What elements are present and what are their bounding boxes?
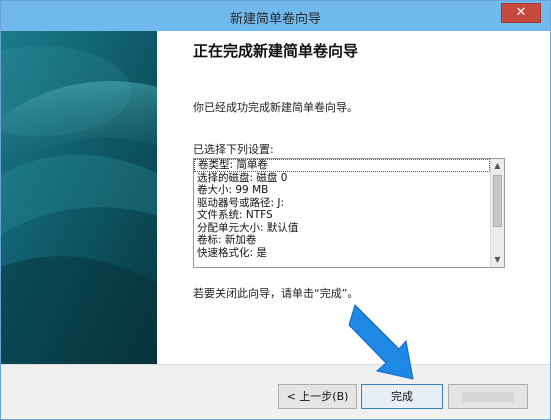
close-icon: ✕ <box>515 5 527 20</box>
list-item[interactable]: 分配单元大小: 默认值 <box>194 222 490 235</box>
list-item[interactable]: 卷大小: 99 MB <box>194 184 490 197</box>
list-item[interactable]: 卷类型: 简单卷 <box>194 159 490 172</box>
page-title: 正在完成新建简单卷向导 <box>193 42 359 60</box>
settings-lines: 卷类型: 简单卷 选择的磁盘: 磁盘 0 卷大小: 99 MB 驱动器号或路径:… <box>194 159 490 267</box>
pointer-arrow-icon <box>348 304 414 380</box>
down-arrow-icon[interactable]: ▼ <box>491 253 504 267</box>
close-button[interactable]: ✕ <box>501 3 541 23</box>
cancel-button[interactable] <box>448 384 528 409</box>
settings-list[interactable]: 卷类型: 简单卷 选择的磁盘: 磁盘 0 卷大小: 99 MB 驱动器号或路径:… <box>193 158 505 268</box>
up-arrow-icon[interactable]: ▲ <box>491 159 504 173</box>
list-item[interactable]: 选择的磁盘: 磁盘 0 <box>194 172 490 185</box>
finish-button[interactable]: 完成 <box>361 384 443 409</box>
wizard-window: 新建简单卷向导 ✕ 正在完成新建简单卷向导 你已经成功完成新建简单卷向导。 已选… <box>0 0 551 420</box>
button-bar: < 上一步(B) 完成 <box>1 364 550 419</box>
list-item[interactable]: 快速格式化: 是 <box>194 247 490 260</box>
banner-graphic <box>1 31 157 364</box>
close-instruction: 若要关闭此向导，请单击“完成”。 <box>193 287 359 300</box>
blurred-label <box>462 392 514 402</box>
list-item[interactable]: 卷标: 新加卷 <box>194 234 490 247</box>
completion-message: 你已经成功完成新建简单卷向导。 <box>193 101 358 114</box>
wizard-banner <box>1 31 157 364</box>
back-button[interactable]: < 上一步(B) <box>278 384 357 409</box>
list-item[interactable]: 文件系统: NTFS <box>194 209 490 222</box>
vertical-scrollbar[interactable]: ▲ ▼ <box>490 159 504 267</box>
scroll-thumb[interactable] <box>493 175 502 227</box>
settings-caption: 已选择下列设置: <box>193 143 274 156</box>
list-item[interactable]: 驱动器号或路径: J: <box>194 197 490 210</box>
window-title: 新建简单卷向导 <box>229 12 321 27</box>
title-bar[interactable]: 新建简单卷向导 ✕ <box>1 1 550 31</box>
